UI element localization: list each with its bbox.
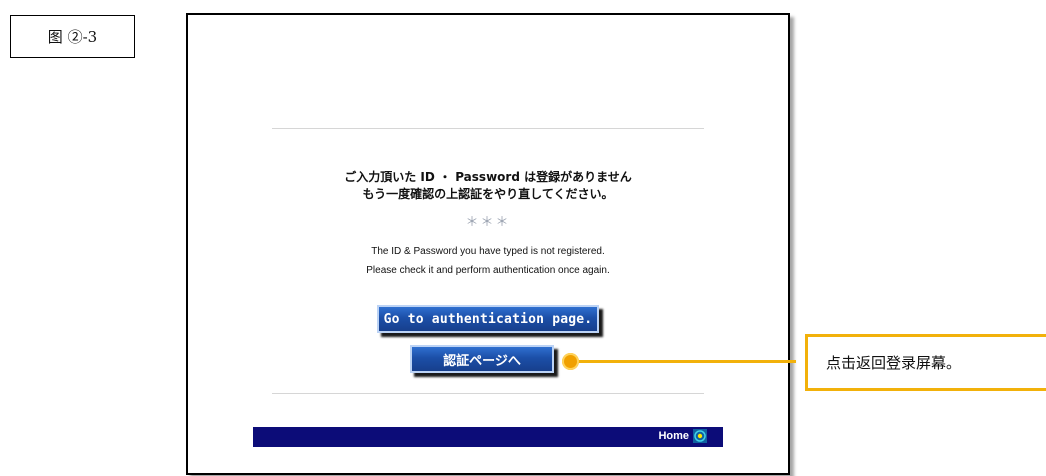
home-target-icon[interactable] — [693, 429, 707, 443]
callout-connector-line — [571, 360, 796, 363]
error-message-jp-line2: もう一度確認の上認証をやり直してください。 — [362, 187, 614, 201]
error-message-jp-line1: ご入力頂いた ID ・ Password は登録がありません — [344, 170, 632, 184]
home-label: Home — [658, 430, 689, 442]
footer-bar: Home — [253, 427, 723, 447]
home-link[interactable]: Home — [658, 429, 707, 443]
separator-stars: ＊＊＊ — [465, 215, 511, 230]
figure-label: 图 ②-3 — [10, 15, 135, 58]
callout-dot-icon — [562, 353, 579, 370]
screenshot-frame: ご入力頂いた ID ・ Password は登録がありません もう一度確認の上認… — [186, 13, 790, 475]
bottom-divider — [272, 393, 704, 394]
top-divider — [272, 128, 704, 129]
error-message-en-line1: The ID & Password you have typed is not … — [371, 246, 605, 257]
callout-text: 点击返回登录屏幕。 — [826, 354, 962, 372]
error-message-en-line2: Please check it and perform authenticati… — [366, 265, 610, 276]
authentication-page-button-jp[interactable]: 認証ページへ — [410, 345, 554, 373]
callout-box: 点击返回登录屏幕。 — [805, 334, 1046, 391]
go-to-authentication-button[interactable]: Go to authentication page. — [377, 305, 599, 333]
